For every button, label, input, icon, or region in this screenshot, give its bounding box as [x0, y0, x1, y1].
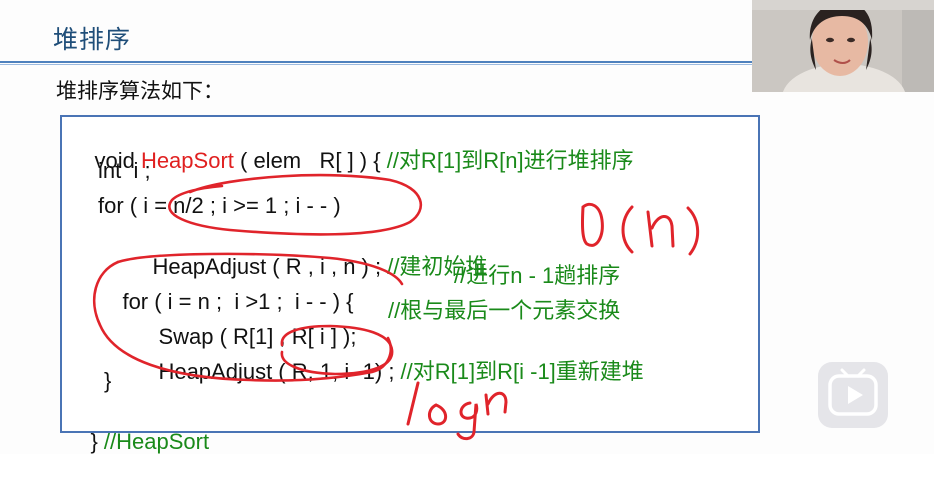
code-statement: HeapAdjust ( R, 1, i -1) ;	[158, 359, 395, 384]
code-signature: ( elem R[ ] ) {	[233, 148, 381, 173]
code-line-7: HeapAdjust ( R, 1, i -1) ; //对R[1]到R[i -…	[134, 333, 644, 411]
code-line-1: void HeapSort ( elem R[ ] ) { //对R[1]到R[…	[70, 122, 634, 200]
slide-title: 堆排序	[53, 25, 132, 54]
code-comment: //对R[1]到R[n]进行堆排序	[380, 148, 634, 173]
code-comment: //对R[1]到R[i -1]重新建堆	[394, 359, 644, 384]
code-line-9: } //HeapSort	[66, 403, 209, 481]
code-comment: //HeapSort	[103, 429, 210, 454]
code-block: void HeapSort ( elem R[ ] ) { //对R[1]到R[…	[60, 115, 760, 454]
slide-subtitle: 堆排序算法如下：	[56, 79, 224, 103]
play-icon	[828, 368, 878, 416]
code-comment: //根与最后一个元素交换	[388, 298, 621, 323]
function-name: HeapSort	[140, 148, 234, 173]
code-brace: }	[90, 429, 104, 454]
code-comment: //进行n - 1趟排序	[454, 263, 621, 288]
code-line-8: }	[104, 368, 112, 393]
code-line-3: for ( i = n/2 ; i >= 1 ; i - - )	[98, 193, 341, 218]
presenter-image	[752, 0, 934, 92]
video-play-button[interactable]	[818, 362, 888, 428]
presenter-webcam	[752, 0, 934, 92]
title-divider	[0, 61, 752, 63]
title-divider-thin	[0, 64, 752, 65]
code-line-2: int i ;	[98, 158, 151, 183]
